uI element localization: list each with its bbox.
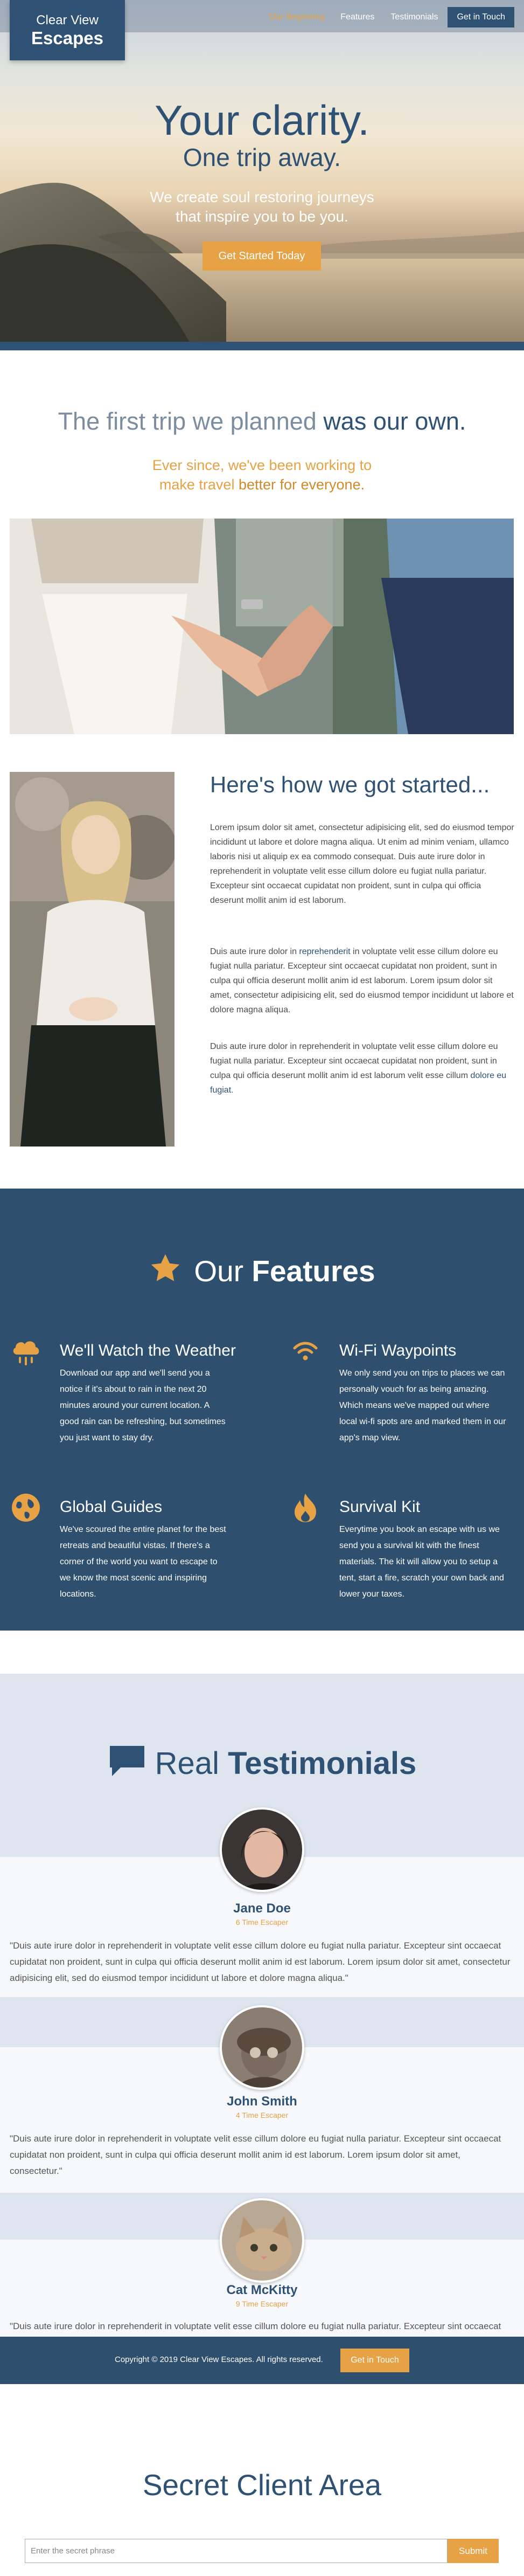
hero-tagline-line-1: We create soul restoring journeys (150, 189, 374, 205)
feature-global-title: Global Guides (60, 1498, 163, 1516)
testimonial-name: Jane Doe (233, 1901, 291, 1916)
story-paragraph-3-a: Duis aute irure dolor in reprehenderit i… (210, 1042, 498, 1080)
nav-item-features[interactable]: Features (340, 12, 374, 22)
star-icon (151, 1254, 180, 1281)
feature-survival-text: Everytime you book an escape with us we … (339, 1525, 504, 1599)
story-heading: The first trip we planned was our own. (0, 408, 524, 436)
how-we-started-heading: Here's how we got started... (210, 772, 490, 797)
testimonial-role: 4 Time Escaper (235, 2111, 289, 2119)
features-title: Our Features (0, 1252, 524, 1288)
feature-wifi-text: We only send you on trips to places we c… (339, 1369, 506, 1442)
testimonial-name: Cat McKitty (226, 2283, 298, 2297)
holding-hands-photo (10, 519, 514, 734)
submit-button[interactable]: Submit (448, 2539, 499, 2563)
fire-icon (295, 1494, 316, 1522)
story-sub-line-2: make travel better for everyone. (0, 475, 524, 494)
testimonial-name: John Smith (227, 2094, 297, 2109)
story-sub-line-2a: make travel (159, 476, 239, 493)
testimonials-section: Real Testimonials Jane Doe 6 Time Escape… (0, 1674, 524, 2382)
nav-item-our-beginning[interactable]: Our Beginning (269, 12, 324, 22)
hero-tagline: We create soul restoring journeys that i… (0, 188, 524, 226)
woman-portrait-photo (10, 772, 174, 1147)
hero-bottom-bar (0, 342, 524, 350)
speech-bubble-icon (109, 1746, 144, 1776)
testimonials-title-a: Real (155, 1746, 228, 1781)
nav-get-in-touch-button[interactable]: Get in Touch (448, 7, 514, 27)
brand-line-2: Escapes (31, 28, 103, 48)
hero-tagline-line-2: that inspire you to be you. (176, 208, 348, 225)
hero-section: Clear View Escapes Our Beginning Feature… (0, 0, 524, 350)
avatar (220, 1807, 304, 1892)
story-paragraph-2-b: reprehenderit (299, 947, 351, 956)
testimonial-role: 9 Time Escaper (235, 2299, 289, 2308)
story-heading-part-2: was our own. (323, 408, 466, 435)
brand-logo[interactable]: Clear View Escapes (10, 0, 125, 60)
brand-line-1: Clear View (36, 13, 99, 27)
main-nav: Our Beginning Features Testimonials Get … (253, 7, 514, 27)
story-paragraph-2: Duis aute irure dolor in reprehenderit i… (210, 944, 514, 1017)
wifi-icon (293, 1342, 318, 1360)
secret-area-title: Secret Client Area (142, 2468, 382, 2502)
story-sub-line-2b: better for everyone. (238, 476, 365, 493)
nav-item-testimonials[interactable]: Testimonials (390, 12, 438, 22)
testimonial-quote: "Duis aute irure dolor in reprehenderit … (10, 1940, 511, 1983)
testimonial-role: 6 Time Escaper (235, 1918, 289, 1926)
avatar (220, 2005, 304, 2090)
features-title-b: Features (251, 1254, 375, 1288)
feature-survival-title: Survival Kit (339, 1498, 421, 1516)
feature-wifi-title: Wi-Fi Waypoints (339, 1342, 457, 1359)
story-paragraph-2-c: in voluptate velit esse cillum dolore eu… (210, 947, 514, 1014)
avatar (220, 2198, 304, 2283)
story-paragraph-3: Duis aute irure dolor in reprehenderit i… (210, 1039, 514, 1097)
get-started-button[interactable]: Get Started Today (202, 241, 321, 271)
hero-subtitle: One trip away. (183, 143, 341, 171)
story-sub-line-1: Ever since, we've been working to (152, 457, 372, 473)
feature-weather-title: We'll Watch the Weather (60, 1342, 236, 1359)
cloud-rain-icon (13, 1341, 39, 1365)
testimonial-quote: "Duis aute irure dolor in reprehenderit … (10, 2133, 501, 2176)
story-subheading: Ever since, we've been working to make t… (0, 455, 524, 494)
testimonials-title-b: Testimonials (228, 1746, 417, 1781)
footer: Copyright © 2019 Clear View Escapes. All… (0, 2337, 524, 2384)
story-paragraph-1: Lorem ipsum dolor sit amet, consectetur … (210, 823, 514, 905)
feature-weather-text: Download our app and we'll send you a no… (60, 1369, 226, 1442)
page: Clear View Escapes Our Beginning Feature… (0, 0, 524, 2576)
secret-phrase-input[interactable] (25, 2539, 448, 2563)
story-heading-part-1: The first trip we planned (58, 408, 324, 435)
copyright-text: Copyright © 2019 Clear View Escapes. All… (115, 2355, 323, 2364)
testimonials-title: Real Testimonials (0, 1744, 524, 1781)
story-paragraph-2-a: Duis aute irure dolor in (210, 947, 299, 956)
features-title-a: Our (194, 1254, 252, 1288)
globe-icon (12, 1494, 40, 1522)
footer-get-in-touch-button[interactable]: Get in Touch (340, 2349, 409, 2372)
feature-global-text: We've scoured the entire planet for the … (60, 1525, 226, 1599)
features-section: Our Features We'll Watch the Weather Dow… (0, 1189, 524, 1631)
hero-title: Your clarity. (155, 96, 369, 144)
